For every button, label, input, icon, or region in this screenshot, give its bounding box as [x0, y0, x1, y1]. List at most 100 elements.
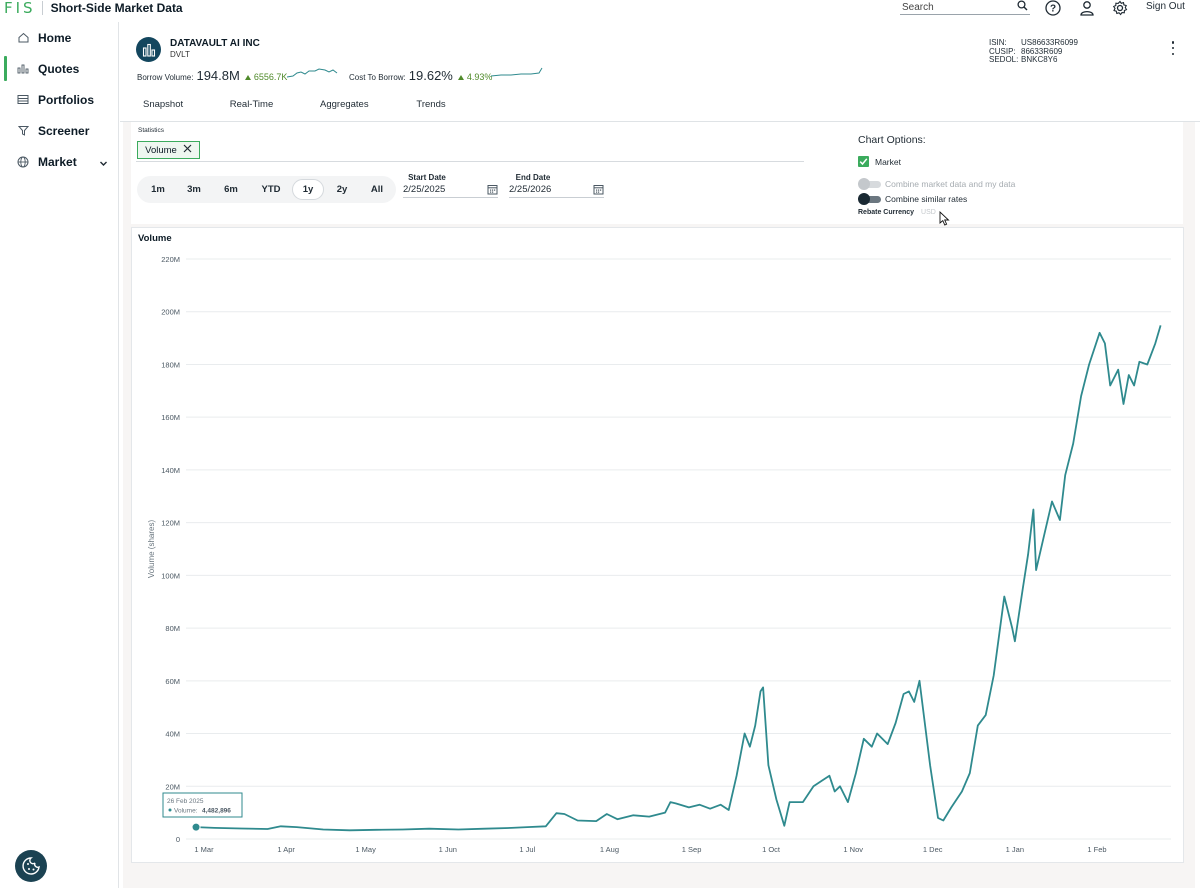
fis-logo[interactable]: FIS — [4, 0, 36, 17]
x-tick-label: 1 Mar — [194, 845, 214, 854]
volume-series-line — [196, 325, 1162, 832]
range-ytd[interactable]: YTD — [257, 179, 285, 200]
market-option-label: Market — [875, 156, 901, 167]
app-title: Short-Side Market Data — [50, 1, 183, 15]
range-1m[interactable]: 1m — [147, 179, 169, 200]
help-icon[interactable]: ? — [1044, 0, 1062, 17]
statistics-divider — [136, 161, 804, 162]
tab-real-time[interactable]: Real-Time — [229, 99, 274, 121]
x-tick-label: 1 Feb — [1087, 845, 1106, 854]
sidebar-item-label: Quotes — [38, 61, 80, 76]
range-2y[interactable]: 2y — [331, 179, 353, 200]
sidebar-item-portfolios[interactable]: Portfolios — [0, 84, 118, 115]
gear-icon[interactable] — [1111, 0, 1129, 17]
combine-similar-option[interactable]: Combine similar rates — [858, 193, 967, 205]
borrow-volume-sparkline — [287, 68, 338, 78]
sidebar-item-home[interactable]: Home — [0, 22, 118, 53]
y-tick-label: 60M — [165, 677, 180, 686]
logo-divider — [41, 1, 43, 15]
borrow-volume-label: Borrow Volume: — [137, 73, 194, 82]
tab-snapshot[interactable]: Snapshot — [143, 99, 183, 121]
up-arrow-icon — [244, 75, 251, 80]
start-date-input[interactable]: 2/25/2025 — [403, 184, 498, 198]
x-tick-label: 1 Sep — [682, 845, 702, 854]
sedol-value: BNKC8Y6 — [1021, 55, 1058, 64]
globe-icon — [16, 155, 30, 169]
bar-chart-icon — [16, 62, 30, 76]
combine-market-option[interactable]: Combine market data and my data — [858, 178, 1015, 190]
end-date-value: 2/25/2026 — [509, 184, 552, 195]
borrow-volume-value: 194.8M — [196, 68, 240, 83]
rebate-currency-value[interactable]: USD — [921, 209, 936, 216]
start-date-label: Start Date — [408, 173, 446, 182]
combine-market-toggle[interactable] — [858, 178, 882, 190]
sign-out-link[interactable]: Sign Out — [1146, 1, 1185, 12]
range-selector: 1m 3m 6m YTD 1y 2y All — [137, 176, 396, 203]
y-tick-label: 0 — [176, 835, 180, 844]
filter-icon — [16, 124, 30, 138]
tab-aggregates[interactable]: Aggregates — [320, 99, 369, 121]
market-checkbox[interactable] — [858, 156, 869, 167]
rebate-currency-label: Rebate Currency — [858, 209, 915, 216]
combine-market-label: Combine market data and my data — [885, 179, 1016, 189]
cost-to-borrow-sparkline — [491, 67, 543, 77]
hover-point — [191, 822, 201, 832]
cookie-icon — [22, 857, 40, 875]
tooltip-label: Volume: — [174, 808, 198, 815]
end-date-label: End Date — [515, 173, 551, 182]
market-option[interactable]: Market — [858, 156, 901, 167]
volume-line-chart[interactable]: 0 20M 40M 60M 80M 100M 120M 140M 160M 180M 200M 220… — [131, 227, 1184, 863]
y-tick-label: 120M — [161, 519, 180, 528]
x-tick-label: 1 Oct — [762, 845, 781, 854]
y-tick-label: 160M — [161, 413, 180, 422]
sidebar-item-label: Market — [38, 154, 77, 169]
calendar-icon[interactable] — [487, 184, 498, 198]
sidebar-item-label: Portfolios — [38, 92, 94, 107]
combine-similar-toggle[interactable] — [858, 193, 882, 205]
y-tick-label: 200M — [161, 308, 180, 317]
security-identifiers: ISIN: US86633R6099 CUSIP: 86633R609 SEDOL:… — [989, 38, 1078, 65]
range-6m[interactable]: 6m — [220, 179, 242, 200]
start-date-field: Start Date 2/25/2025 — [403, 173, 498, 198]
chevron-down-icon[interactable] — [99, 155, 108, 173]
search-box[interactable] — [900, 0, 1030, 15]
x-tick-label: 1 Jan — [1006, 845, 1024, 854]
calendar-icon[interactable] — [593, 184, 604, 198]
sidebar-item-market[interactable]: Market — [0, 146, 118, 177]
combine-similar-label: Combine similar rates — [885, 194, 968, 204]
x-tick-label: 1 Jul — [519, 845, 535, 854]
tab-bar: Snapshot Real-Time Aggregates Trends — [120, 95, 1200, 125]
rebate-currency-row: Rebate Currency USD — [858, 209, 936, 216]
cost-to-borrow-label: Cost To Borrow: — [349, 73, 406, 82]
svg-text:?: ? — [1050, 4, 1056, 15]
x-tick-label: 1 Dec — [923, 845, 943, 854]
search-icon[interactable] — [1017, 0, 1028, 14]
security-ticker: DVLT — [170, 50, 190, 59]
statistics-label: Statistics — [138, 127, 165, 134]
x-tick-label: 1 Nov — [843, 845, 863, 854]
sidebar-item-screener[interactable]: Screener — [0, 115, 118, 146]
y-tick-label: 80M — [165, 624, 180, 633]
cost-to-borrow-value: 19.62% — [408, 68, 453, 83]
sidebar-item-quotes[interactable]: Quotes — [0, 53, 118, 84]
x-tick-label: 1 Aug — [600, 845, 619, 854]
x-tick-label: 1 Apr — [277, 845, 295, 854]
cost-to-borrow-change: 4.93% — [466, 72, 493, 82]
range-all[interactable]: All — [365, 179, 389, 200]
security-name: DATAVAULT AI INC — [170, 38, 260, 49]
sedol-label: SEDOL: — [989, 55, 1019, 64]
home-icon — [16, 31, 30, 45]
user-icon[interactable] — [1078, 0, 1096, 17]
volume-chip[interactable]: Volume — [137, 141, 200, 159]
y-tick-label: 220M — [161, 255, 180, 264]
check-icon — [859, 158, 868, 166]
range-1y[interactable]: 1y — [292, 179, 324, 200]
end-date-input[interactable]: 2/25/2026 — [509, 184, 604, 198]
cookie-settings-button[interactable] — [15, 850, 47, 882]
close-icon[interactable] — [183, 144, 192, 156]
range-3m[interactable]: 3m — [183, 179, 205, 200]
search-input[interactable] — [900, 1, 1010, 13]
more-options-icon[interactable] — [1167, 41, 1179, 55]
x-tick-label: 1 May — [355, 845, 376, 854]
y-tick-label: 180M — [161, 360, 180, 369]
